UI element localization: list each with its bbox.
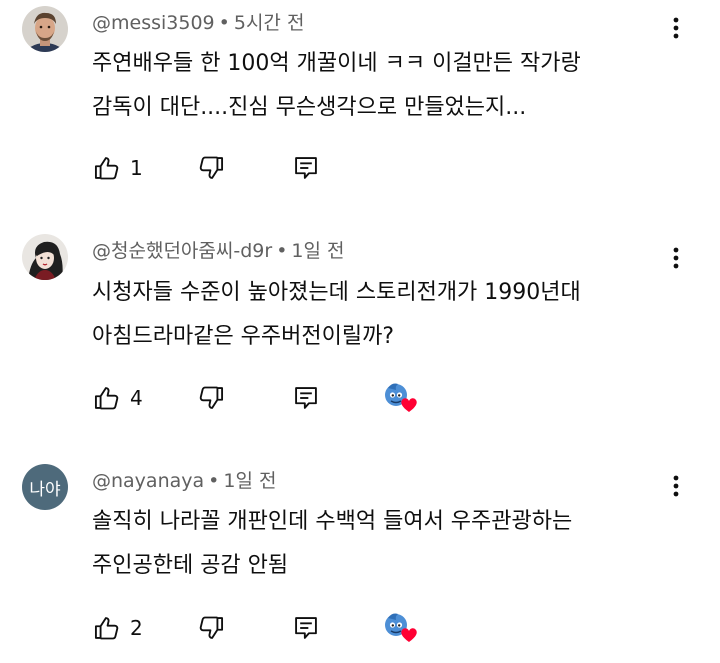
- dislike-button[interactable]: [196, 384, 226, 412]
- like-count: 4: [130, 386, 143, 410]
- like-button[interactable]: 1: [92, 154, 143, 182]
- creator-heart-badge: [380, 378, 420, 414]
- comment-line: 솔직히 나라꼴 개판인데 수백억 들여서 우주관광하는: [92, 509, 573, 534]
- more-actions-button[interactable]: [664, 468, 688, 504]
- like-button[interactable]: 2: [92, 614, 143, 642]
- like-button[interactable]: 4: [92, 384, 143, 412]
- avatar[interactable]: 나야: [22, 464, 68, 510]
- comment-line: 시청자들 수준이 높아졌는데 스토리전개가 1990년대: [92, 280, 581, 305]
- more-vert-icon: [673, 475, 679, 497]
- more-vert-icon: [673, 17, 679, 39]
- comment-2: @청순했던아줌씨-d9r • 1일 전 시청자들 수준이 높아졌는데 스토리전개가 …: [0, 228, 720, 458]
- reply-icon: [295, 617, 317, 639]
- reply-button[interactable]: [292, 384, 320, 412]
- reply-icon: [295, 157, 317, 179]
- comment-line: 아침드라마같은 우주버전이릴까?: [92, 324, 395, 349]
- thumbs-up-icon: [94, 387, 119, 410]
- thumbs-down-icon: [199, 156, 224, 179]
- comment-time[interactable]: 1일 전: [223, 470, 276, 492]
- reply-button[interactable]: [292, 154, 320, 182]
- avatar[interactable]: [22, 6, 68, 52]
- comment-time[interactable]: 5시간 전: [234, 12, 305, 34]
- more-actions-button[interactable]: [664, 240, 688, 276]
- comment-meta: @청순했던아줌씨-d9r • 1일 전: [92, 236, 345, 263]
- dislike-button[interactable]: [196, 154, 226, 182]
- thumbs-down-icon: [199, 386, 224, 409]
- comment-body: 시청자들 수준이 높아졌는데 스토리전개가 1990년대 아침드라마같은 우주버…: [92, 271, 581, 359]
- meta-separator: •: [218, 12, 230, 34]
- more-vert-icon: [673, 247, 679, 269]
- comment-body: 솔직히 나라꼴 개판인데 수백억 들여서 우주관광하는 주인공한테 공감 안됨: [92, 500, 572, 588]
- like-count: 1: [130, 156, 143, 180]
- more-actions-button[interactable]: [664, 10, 688, 46]
- comment-meta: @messi3509 • 5시간 전: [92, 8, 304, 35]
- comment-line: 주연배우들 한 100억 개꿀이네 ㅋㅋ 이걸만든 작가랑: [92, 51, 581, 76]
- creator-heart-icon: [385, 383, 417, 412]
- meta-separator: •: [276, 240, 288, 262]
- meta-separator: •: [208, 470, 220, 492]
- creator-heart-icon: [385, 613, 417, 642]
- comment-line: 주인공한테 공감 안됨: [92, 553, 289, 578]
- comment-meta: @nayanaya • 1일 전: [92, 466, 276, 493]
- author-name[interactable]: @messi3509: [92, 12, 215, 34]
- comment-body: 주연배우들 한 100억 개꿀이네 ㅋㅋ 이걸만든 작가랑 감독이 대단....…: [92, 42, 581, 130]
- thumbs-down-icon: [199, 616, 224, 639]
- comment-time[interactable]: 1일 전: [291, 240, 344, 262]
- creator-heart-badge: [380, 608, 420, 644]
- comment-1: @messi3509 • 5시간 전 주연배우들 한 100억 개꿀이네 ㅋㅋ 이걸…: [0, 0, 720, 220]
- thumbs-up-icon: [94, 617, 119, 640]
- author-name[interactable]: @청순했던아줌씨-d9r: [92, 240, 272, 262]
- profile-photo-icon: [22, 6, 68, 52]
- reply-icon: [295, 387, 317, 409]
- dislike-button[interactable]: [196, 614, 226, 642]
- like-count: 2: [130, 616, 143, 640]
- comment-3: 나야 @nayanaya • 1일 전 솔직히 나라꼴 개판인데 수백억 들여서 우…: [0, 458, 720, 663]
- reply-button[interactable]: [292, 614, 320, 642]
- comment-line: 감독이 대단....진심 무슨생각으로 만들었는지...: [92, 95, 527, 120]
- author-name[interactable]: @nayanaya: [92, 470, 204, 492]
- thumbs-up-icon: [94, 157, 119, 180]
- avatar[interactable]: [22, 234, 68, 280]
- profile-illustration-icon: [22, 234, 68, 280]
